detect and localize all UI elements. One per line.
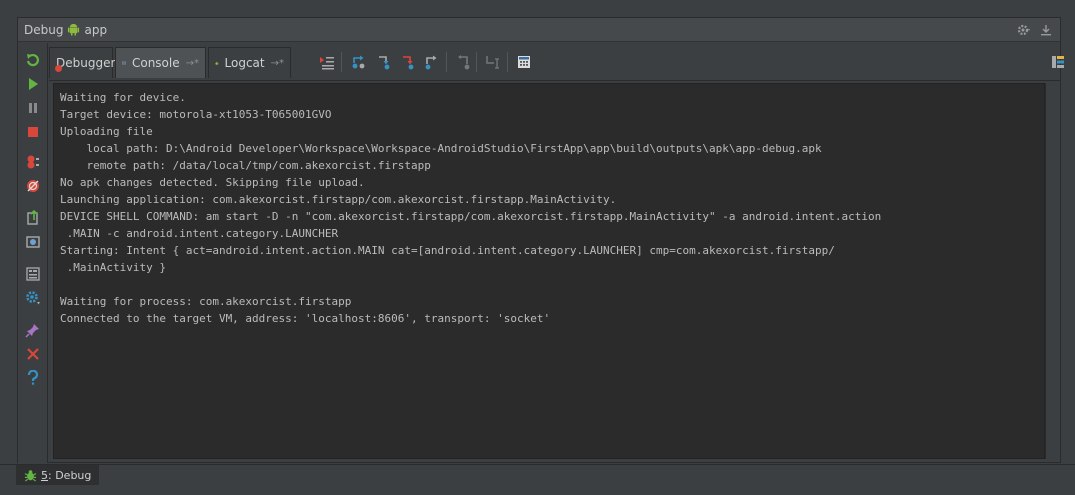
android-icon (68, 23, 80, 36)
console-line: local path: D:\Android Developer\Workspa… (60, 142, 822, 155)
console-line: Waiting for device. (60, 91, 186, 104)
console-scrollbar[interactable] (1045, 83, 1059, 459)
force-step-into-icon[interactable] (399, 53, 417, 71)
pin-arrow-icon[interactable]: →* (186, 58, 199, 69)
console-line: Waiting for process: com.akexorcist.firs… (60, 295, 352, 308)
mute-breakpoints-icon[interactable] (24, 177, 42, 195)
debug-tool-window: Debug app Debugger Console →* Logcat →* … (17, 17, 1064, 463)
console-line: No apk changes detected. Skipping file u… (60, 176, 365, 189)
hide-window-icon[interactable] (1038, 22, 1054, 38)
console-text: Waiting for device. Target device: motor… (54, 84, 1044, 327)
debug-tab-number: 5 (41, 468, 48, 482)
bottom-tool-bar: 5: Debug (0, 464, 1075, 495)
debug-tab-label: : Debug (48, 468, 92, 482)
resume-icon[interactable] (24, 75, 42, 93)
tool-window-title-bar: Debug app (18, 18, 1060, 42)
evaluate-expression-icon[interactable] (515, 53, 533, 71)
step-over-icon[interactable] (350, 53, 368, 71)
toolbar-separator (341, 52, 342, 72)
rerun-icon[interactable] (24, 51, 42, 69)
console-line: Launching application: com.akexorcist.fi… (60, 193, 617, 206)
step-out-icon[interactable] (423, 53, 441, 71)
console-line: Connected to the target VM, address: 'lo… (60, 312, 551, 325)
tab-debug-tool-window[interactable]: 5: Debug (16, 465, 100, 485)
console-line: Target device: motorola-xt1053-T065001GV… (60, 108, 332, 121)
toolbar-separator (507, 52, 508, 72)
close-icon[interactable] (24, 345, 42, 363)
camera-icon[interactable] (24, 233, 42, 251)
layout-settings-icon[interactable] (24, 265, 42, 283)
show-execution-point-icon[interactable] (318, 53, 336, 71)
console-output[interactable]: Waiting for device. Target device: motor… (53, 83, 1045, 459)
debug-side-toolbar (18, 43, 48, 463)
bug-icon (24, 469, 37, 482)
tab-debugger[interactable]: Debugger (49, 47, 116, 78)
tab-console-label: Console (131, 56, 180, 70)
console-line: Starting: Intent { act=android.intent.ac… (60, 244, 835, 257)
tab-debugger-label: Debugger (56, 56, 116, 70)
tab-logcat[interactable]: Logcat →* (208, 47, 291, 78)
run-to-cursor-icon[interactable] (484, 53, 502, 71)
console-icon (122, 61, 126, 65)
debug-tabs-bar: Debugger Console →* Logcat →* (49, 43, 1064, 81)
step-into-icon[interactable] (375, 53, 393, 71)
toolbar-separator (446, 52, 447, 72)
android-icon (215, 61, 219, 65)
console-line: DEVICE SHELL COMMAND: am start -D -n "co… (60, 210, 882, 223)
help-icon[interactable] (24, 369, 42, 387)
bug-icon (55, 65, 62, 72)
console-line: remote path: /data/local/tmp/com.akexorc… (60, 159, 431, 172)
title-bar-actions (1016, 22, 1054, 38)
pause-icon[interactable] (24, 99, 42, 117)
drop-frame-icon[interactable] (454, 53, 472, 71)
window-top-strip (0, 0, 1075, 16)
restore-layout-icon[interactable] (1049, 53, 1067, 71)
console-line: .MAIN -c android.intent.category.LAUNCHE… (60, 227, 339, 240)
settings-gear-icon[interactable] (24, 289, 42, 307)
gear-icon[interactable] (1016, 22, 1032, 38)
console-line: .MainActivity } (60, 261, 166, 274)
stop-icon[interactable] (24, 123, 42, 141)
pin-tab-icon[interactable] (24, 321, 42, 339)
pin-arrow-icon[interactable]: →* (271, 58, 284, 69)
app-name: app (84, 22, 108, 37)
tab-console[interactable]: Console →* (115, 47, 206, 78)
toolbar-separator (476, 52, 477, 72)
restore-layout-icon[interactable] (24, 209, 42, 227)
tab-logcat-label: Logcat (224, 56, 265, 70)
console-line: Uploading file (60, 125, 153, 138)
tool-window-title: Debug (24, 22, 64, 37)
view-breakpoints-icon[interactable] (24, 153, 42, 171)
